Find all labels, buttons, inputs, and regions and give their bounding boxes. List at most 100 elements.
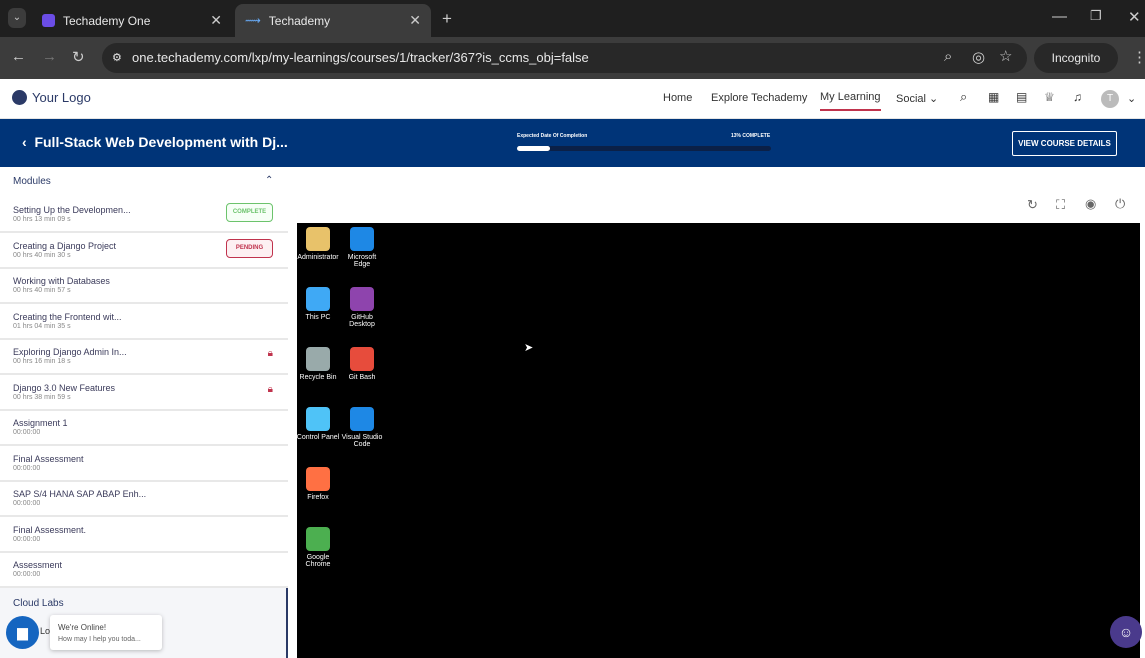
desktop-icon[interactable]: GitHub Desktop (339, 287, 385, 328)
chat-widget-button[interactable]: ▆ (6, 616, 39, 649)
app-icon (350, 287, 374, 311)
chat-popup[interactable]: We're Online! How may I help you toda... (50, 615, 162, 650)
app-icon (306, 467, 330, 491)
nav-explore[interactable]: Explore Techademy (711, 92, 807, 104)
desktop-icon[interactable]: Google Chrome (295, 527, 341, 568)
tab-techademy-one[interactable]: Techademy One ✕ (32, 4, 232, 37)
close-icon[interactable]: ✕ (409, 12, 421, 29)
tab-techademy[interactable]: ⟿ Techademy ✕ (235, 4, 431, 37)
desktop-icon[interactable]: Recycle Bin (295, 347, 341, 381)
module-item[interactable]: Exploring Django Admin In... 00 hrs 16 mi… (0, 340, 288, 375)
tab-search-icon[interactable]: ⌄ (8, 8, 26, 28)
cloud-labs-item[interactable]: Lo (40, 626, 50, 636)
module-title: Creating the Frontend wit... (13, 311, 122, 322)
module-duration: 00 hrs 40 min 30 s (13, 251, 71, 259)
module-duration: 00 hrs 38 min 59 s (13, 393, 71, 401)
app-icon (350, 407, 374, 431)
nav-my-learning[interactable]: My Learning (820, 91, 881, 111)
app-icon (306, 527, 330, 551)
desktop-icon[interactable]: Microsoft Edge (339, 227, 385, 268)
url-field[interactable]: ⚙ one.techademy.com/lxp/my-learnings/cour… (102, 43, 1027, 73)
close-icon[interactable]: ✕ (210, 12, 222, 29)
window-close-icon[interactable]: ✕ (1128, 8, 1141, 26)
chat-title: We're Online! (58, 623, 107, 632)
app-icon (306, 227, 330, 251)
desktop-icon[interactable]: This PC (295, 287, 341, 321)
module-item[interactable]: Creating the Frontend wit... 01 hrs 04 mi… (0, 305, 288, 340)
site-info-icon[interactable]: ⚙ (112, 43, 122, 73)
tab-label: Techademy One (63, 13, 151, 28)
back-icon[interactable]: ← (11, 48, 26, 65)
new-tab-icon[interactable]: + (442, 9, 452, 29)
chat-subtitle: How may I help you toda... (58, 636, 141, 643)
desktop-icon[interactable]: Control Panel (295, 407, 341, 441)
back-button[interactable]: ‹ Full-Stack Web Development with Dj... (22, 134, 288, 150)
desktop-icon[interactable]: Administrator (295, 227, 341, 261)
percent-label: 13% COMPLETE (731, 133, 771, 139)
desktop-icon-label: Microsoft Edge (347, 254, 377, 268)
module-duration: 00:00:00 (13, 464, 41, 472)
bell-icon[interactable]: ♫ (1073, 90, 1082, 104)
module-duration: 00 hrs 13 min 09 s (13, 216, 71, 223)
chevron-down-icon[interactable]: ⌄ (1127, 92, 1136, 105)
app-icon (350, 227, 374, 251)
desktop-icon[interactable]: Git Bash (339, 347, 385, 381)
forward-icon[interactable]: → (42, 48, 57, 65)
calendar-icon[interactable]: ▦ (988, 90, 999, 104)
fullscreen-icon[interactable]: ⛶ (1056, 197, 1065, 213)
desktop-icon-label: GitHub Desktop (349, 314, 375, 328)
module-item[interactable]: Final Assessment. 00:00:00 (0, 518, 288, 553)
module-item[interactable]: Final Assessment 00:00:00 (0, 447, 288, 482)
lock-icon: 🔒︎ (267, 383, 273, 395)
search-icon[interactable]: ⌕ (960, 89, 967, 105)
module-item[interactable]: Setting Up the Developmen... 00 hrs 13 mi… (0, 198, 288, 233)
nav-home[interactable]: Home (663, 92, 692, 104)
desktop-icon-label: Git Bash (348, 374, 376, 381)
lock-icon: 🔒︎ (267, 348, 273, 359)
module-title: Django 3.0 New Features (13, 382, 116, 393)
module-item[interactable]: Working with Databases 00 hrs 40 min 57 s (0, 269, 288, 304)
tab-label: Techademy (268, 13, 331, 28)
remote-desktop[interactable]: Administrator Microsoft Edge This PC GitHub… (297, 223, 1140, 658)
minimize-icon[interactable]: — (1052, 8, 1067, 25)
reload-icon[interactable]: ↻ (72, 48, 85, 66)
chatbot-button[interactable]: ☺ (1110, 616, 1142, 648)
zoom-icon[interactable]: ⌕ (944, 48, 952, 65)
eye-off-icon[interactable]: ◎ (972, 48, 985, 66)
module-title: Assignment 1 (13, 418, 68, 428)
course-banner: ‹ Full-Stack Web Development with Dj... … (0, 119, 1145, 167)
status-badge: PENDING (226, 238, 273, 258)
trophy-icon[interactable]: ♕ (1044, 90, 1055, 104)
menu-icon[interactable]: ⋮ (1132, 48, 1145, 66)
incognito-button[interactable]: Incognito (1034, 43, 1118, 73)
module-item[interactable]: Assignment 1 00:00:00 (0, 411, 288, 446)
chevron-down-icon: ⌄ (929, 93, 939, 105)
chevron-up-icon[interactable]: ⌃ (265, 175, 273, 186)
desktop-icon-label: Administrator (297, 254, 339, 261)
course-title: Full-Stack Web Development with Dj... (34, 134, 288, 150)
avatar[interactable]: T (1101, 90, 1119, 108)
app-icon (306, 407, 330, 431)
power-icon[interactable]: ⏻ (1115, 196, 1125, 212)
modules-heading: Modules (13, 176, 51, 187)
restore-icon[interactable]: ❐ (1090, 8, 1102, 24)
record-icon[interactable]: ◉ (1085, 196, 1096, 212)
module-item[interactable]: Creating a Django Project 00 hrs 40 min 3… (0, 234, 288, 269)
module-item[interactable]: SAP S/4 HANA SAP ABAP Enh... 00:00:00 (0, 482, 288, 517)
module-title: Final Assessment. (13, 524, 87, 535)
view-course-details-button[interactable]: VIEW COURSE DETAILS (1012, 131, 1117, 156)
module-item[interactable]: Django 3.0 New Features 00 hrs 38 min 59 … (0, 376, 288, 411)
modules-sidebar: Modules ⌃ Setting Up the Developmen... 00… (0, 167, 288, 658)
desktop-icon[interactable]: Visual Studio Code (339, 407, 385, 448)
desktop-icon-label: Firefox (307, 494, 329, 501)
nav-social[interactable]: Social ⌄ (896, 92, 938, 105)
progress-bar (517, 146, 771, 151)
logo-icon (12, 90, 27, 105)
module-title: Exploring Django Admin In... (13, 347, 127, 357)
desktop-icon[interactable]: Firefox (295, 467, 341, 501)
refresh-icon[interactable]: ↻ (1027, 197, 1038, 213)
star-icon[interactable]: ☆ (999, 47, 1012, 65)
module-item[interactable]: Assessment 00:00:00 (0, 553, 288, 588)
module-title: Working with Databases (13, 276, 110, 286)
chat-icon[interactable]: ▤ (1016, 90, 1027, 104)
